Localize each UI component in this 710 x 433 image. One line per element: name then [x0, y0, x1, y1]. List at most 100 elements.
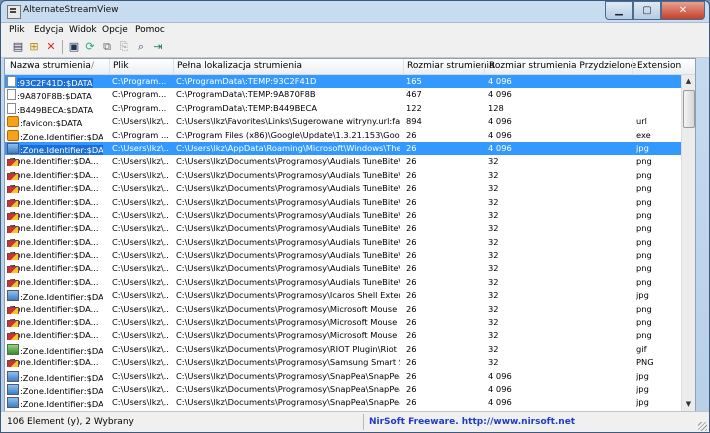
- resize-grip-icon[interactable]: [698, 422, 707, 431]
- cell-file-text: C:\Users\lkz\...: [112, 370, 170, 381]
- cell-size: 26: [406, 156, 478, 166]
- cell-file: C:\Users\lkz\...: [112, 277, 170, 287]
- menu-plik[interactable]: Plik: [9, 25, 25, 35]
- table-row[interactable]: :Zone.Identifier:$DA... C:\Program ... C:\…: [5, 129, 681, 142]
- exit-icon[interactable]: ⇥: [151, 40, 165, 53]
- find-icon[interactable]: ⌕: [134, 40, 148, 53]
- table-row[interactable]: :Zone.Identifier:$DA... C:\Users\lkz\... C…: [5, 316, 681, 329]
- table-row[interactable]: :Zone.Identifier:$DA... C:\Users\lkz\... C…: [5, 236, 681, 249]
- gif-file-icon: [7, 343, 19, 355]
- column-header-name[interactable]: Nazwa strumienia: [10, 61, 91, 71]
- table-row[interactable]: :Zone.Identifier:$DA... C:\Users\lkz\... C…: [5, 396, 681, 409]
- table-row[interactable]: :Zone.Identifier:$DA... C:\Users\lkz\... C…: [5, 182, 681, 195]
- menu-pomoc[interactable]: Pomoc: [135, 25, 165, 35]
- cell-allocated: 128: [488, 103, 628, 113]
- cell-full-path: C:\Users\lkz\Documents\Programosy\Audial…: [176, 156, 400, 166]
- column-divider[interactable]: [109, 59, 110, 74]
- table-row[interactable]: :B449BECA:$DATA C:\Program... C:\ProgramDa…: [5, 102, 681, 115]
- table-row[interactable]: :Zone.Identifier:$DA... C:\Users\lkz\... C…: [5, 303, 681, 316]
- open-folder-icon[interactable]: ⊞: [27, 40, 41, 53]
- export-icon[interactable]: ⎘: [117, 40, 131, 53]
- column-divider[interactable]: [403, 59, 404, 74]
- cell-size-text: 165: [406, 76, 422, 86]
- cell-full-path-text: C:\Users\lkz\Documents\Programosy\Audial…: [176, 183, 400, 194]
- close-button[interactable]: ✕: [661, 1, 705, 20]
- table-row[interactable]: :Zone.Identifier:$DA... C:\Users\lkz\... C…: [5, 356, 681, 369]
- table-row[interactable]: :Zone.Identifier:$DA... C:\Users\lkz\... C…: [5, 383, 681, 396]
- table-row[interactable]: :Zone.Identifier:$DA... C:\Users\lkz\... C…: [5, 370, 681, 383]
- scroll-thumb[interactable]: [683, 90, 695, 128]
- column-header-size[interactable]: Rozmiar strumienia: [407, 61, 495, 71]
- cell-full-path-text: C:\Users\lkz\Favorites\Links\Sugerowane …: [176, 116, 400, 127]
- cell-size-text: 26: [406, 183, 417, 194]
- column-divider[interactable]: [484, 59, 485, 74]
- status-bar: 106 Element (y), 2 Wybrany NirSoft Freew…: [1, 411, 709, 432]
- cell-allocated-text: 32: [488, 290, 499, 301]
- cell-extension-text: png: [636, 330, 652, 341]
- cell-file: C:\Users\lkz\...: [112, 317, 170, 327]
- cell-full-path: C:\Users\lkz\Documents\Programosy\SnapPe…: [176, 371, 400, 381]
- table-row[interactable]: :Zone.Identifier:$DA... C:\Users\lkz\... C…: [5, 222, 681, 235]
- table-row[interactable]: :Zone.Identifier:$DA... C:\Users\lkz\... C…: [5, 169, 681, 182]
- scroll-up-icon[interactable]: ▲: [682, 75, 695, 88]
- cell-file-text: C:\Users\lkz\...: [112, 290, 170, 301]
- cell-allocated-text: 32: [488, 317, 499, 328]
- cell-stream-name-text: :Zone.Identifier:$DA...: [7, 357, 99, 368]
- maximize-button[interactable]: ▢: [633, 1, 661, 20]
- nirsoft-link[interactable]: NirSoft Freeware. http://www.nirsoft.net: [369, 417, 575, 427]
- table-row[interactable]: :Zone.Identifier:$DA... C:\Users\lkz\... C…: [5, 209, 681, 222]
- cell-stream-name-text: :9A870F8B:$DATA: [17, 91, 92, 102]
- table-row[interactable]: :Zone.Identifier:$DA... C:\Users\lkz\... C…: [5, 196, 681, 209]
- column-header-allocated[interactable]: Rozmiar strumienia Przydzielone: [489, 61, 636, 71]
- table-row[interactable]: :Zone.Identifier:$DA... C:\Users\lkz\... C…: [5, 329, 681, 342]
- table-row[interactable]: :Zone.Identifier:$DA... C:\Users\lkz\... C…: [5, 141, 681, 156]
- table-row[interactable]: :Zone.Identifier:$DA... C:\Users\lkz\... C…: [5, 343, 681, 356]
- cell-allocated: 32: [488, 170, 628, 180]
- properties-icon[interactable]: ▤: [11, 40, 25, 53]
- menu-widok[interactable]: Widok: [69, 25, 97, 35]
- column-header-extension[interactable]: Extension: [637, 61, 681, 71]
- column-header-path[interactable]: Pełna lokalizacja strumienia: [177, 61, 302, 71]
- menu-edycja[interactable]: Edycja: [34, 25, 64, 35]
- status-separator: [363, 414, 364, 430]
- delete-icon[interactable]: ✕: [44, 40, 58, 53]
- table-row[interactable]: :Zone.Identifier:$DA... C:\Users\lkz\... C…: [5, 155, 681, 168]
- refresh-icon[interactable]: ⟳: [83, 40, 97, 53]
- cell-extension-text: png: [636, 156, 652, 167]
- table-row[interactable]: :Zone.Identifier:$DA... C:\Users\lkz\... C…: [5, 262, 681, 275]
- cell-size-text: 26: [406, 263, 417, 274]
- cell-extension: jpg: [636, 384, 676, 394]
- minimize-button[interactable]: ▁: [605, 1, 633, 20]
- cell-extension: gif: [636, 344, 676, 354]
- vertical-scrollbar[interactable]: ▲ ▼: [681, 75, 695, 411]
- tunebite-file-icon: [7, 360, 19, 368]
- table-row[interactable]: :Zone.Identifier:$DA... C:\Users\lkz\... C…: [5, 276, 681, 289]
- column-header-file[interactable]: Plik: [113, 61, 129, 71]
- cell-allocated-text: 4 096: [488, 116, 512, 127]
- cell-stream-name: :Zone.Identifier:$DA...: [7, 210, 103, 220]
- table-row[interactable]: :93C2F41D:$DATA C:\Program... C:\ProgramDa…: [5, 75, 681, 89]
- table-row[interactable]: :9A870F8B:$DATA C:\Program... C:\ProgramDa…: [5, 88, 681, 101]
- cell-stream-name-text: :Zone.Identifier:$DA...: [7, 330, 99, 341]
- table-row[interactable]: :favicon:$DATA C:\Users\lkz\... C:\Users\l…: [5, 115, 681, 128]
- cell-stream-name-text: :Zone.Identifier:$DA...: [20, 292, 103, 303]
- table-row[interactable]: :Zone.Identifier:$DA... C:\Users\lkz\... C…: [5, 249, 681, 262]
- column-divider[interactable]: [632, 59, 633, 74]
- save-icon[interactable]: ▣: [67, 40, 81, 53]
- cell-size: 26: [406, 317, 478, 327]
- cell-allocated: 4 096: [488, 384, 628, 394]
- copy-icon[interactable]: ⧉: [100, 40, 114, 53]
- cell-allocated: 32: [488, 223, 628, 233]
- menu-opcje[interactable]: Opcje: [102, 25, 128, 35]
- cell-size: 26: [406, 384, 478, 394]
- cell-full-path-text: C:\Users\lkz\Documents\Programosy\Micros…: [176, 317, 400, 328]
- minimize-icon: ▁: [615, 5, 623, 16]
- cell-size-text: 26: [406, 169, 417, 180]
- scroll-down-icon[interactable]: ▼: [682, 398, 695, 411]
- tunebite-file-icon: [7, 159, 19, 167]
- title-bar[interactable]: AlternateStreamView ▁ ▢ ✕: [1, 1, 709, 21]
- cell-extension: png: [636, 263, 676, 273]
- table-row[interactable]: :Zone.Identifier:$DA... C:\Users\lkz\... C…: [5, 289, 681, 302]
- stream-list[interactable]: Nazwa strumienia / Plik Pełna lokalizacj…: [4, 58, 696, 412]
- column-divider[interactable]: [173, 59, 174, 74]
